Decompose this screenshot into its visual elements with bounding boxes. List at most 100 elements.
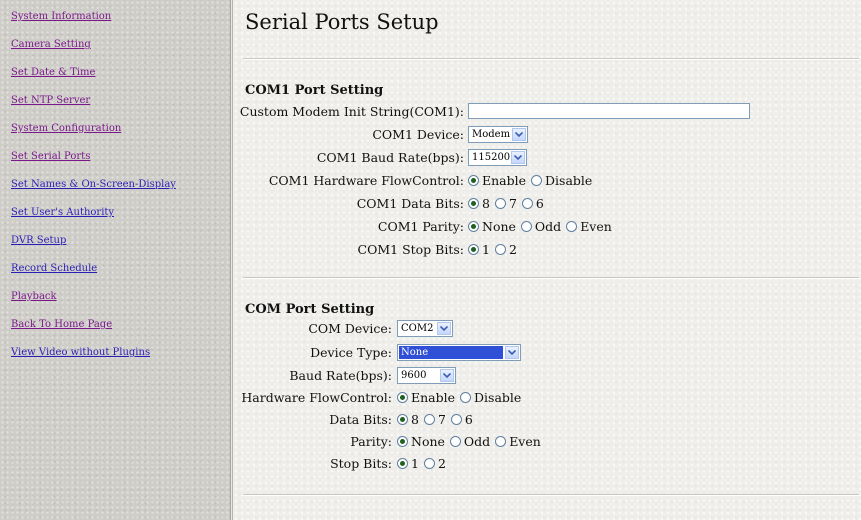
com-parity-even-radio[interactable]	[495, 435, 507, 447]
radio-label: 2	[437, 455, 446, 471]
radio-label: 7	[437, 411, 446, 427]
divider	[243, 58, 859, 60]
com-parity-radio-group: None Odd Even	[397, 432, 541, 450]
chevron-down-icon[interactable]	[505, 345, 519, 359]
radio-label: Enable	[411, 389, 456, 405]
com1-stop-bits-1-radio[interactable]	[468, 243, 479, 255]
radio-label: 6	[464, 411, 473, 427]
com-data-bits-7-radio[interactable]	[423, 413, 435, 425]
com-flow-label: Hardware FlowControl:	[241, 390, 392, 405]
com-baud-select[interactable]: 9600	[397, 366, 456, 384]
com-flow-disable-radio[interactable]	[460, 391, 472, 403]
com-device-row: COM Device: COM2	[233, 319, 853, 337]
chevron-down-icon[interactable]	[512, 127, 526, 141]
com-flow-enable-radio[interactable]	[397, 391, 408, 403]
com1-stop-bits-2-radio[interactable]	[494, 243, 506, 255]
com1-baud-row: COM1 Baud Rate(bps): 115200	[233, 148, 853, 166]
nav-system-information[interactable]: System Information	[11, 11, 111, 23]
com1-init-string-input[interactable]	[468, 103, 750, 119]
nav-view-video-without-plugins[interactable]: View Video without Plugins	[11, 347, 150, 359]
com1-parity-row: COM1 Parity: None Odd Even	[233, 217, 853, 235]
main-content: Serial Ports Setup COM1 Port Setting Cus…	[233, 0, 861, 520]
radio-label: Odd	[534, 218, 562, 234]
nav-back-to-home[interactable]: Back To Home Page	[11, 319, 112, 331]
chevron-down-icon[interactable]	[440, 368, 454, 382]
chevron-down-icon[interactable]	[437, 321, 451, 335]
com1-parity-none-radio[interactable]	[468, 220, 479, 232]
com1-parity-even-radio[interactable]	[566, 220, 578, 232]
com-data-bits-radio-group: 8 7 6	[397, 410, 473, 428]
nav-record-schedule[interactable]: Record Schedule	[11, 263, 97, 275]
com1-flow-radio-group: Enable Disable	[468, 171, 592, 189]
page-title: Serial Ports Setup	[245, 10, 439, 34]
nav-set-date-time[interactable]: Set Date & Time	[11, 67, 95, 79]
com-stop-bits-row: Stop Bits: 1 2	[233, 454, 853, 472]
com-device-type-label: Device Type:	[310, 345, 392, 360]
com-device-select[interactable]: COM2	[397, 319, 453, 337]
radio-label: Enable	[482, 172, 527, 188]
radio-label: 1	[411, 455, 419, 471]
com1-device-value: Modem	[472, 128, 511, 140]
com1-flow-row: COM1 Hardware FlowControl: Enable Disabl…	[233, 171, 853, 189]
com1-data-bits-row: COM1 Data Bits: 8 7 6	[233, 194, 853, 212]
com1-baud-select[interactable]: 115200	[468, 148, 527, 166]
com1-device-row: COM1 Device: Modem	[233, 125, 853, 143]
com1-data-bits-8-radio[interactable]	[468, 197, 479, 209]
com1-flow-enable-radio[interactable]	[468, 174, 479, 186]
com-device-type-value: None	[399, 345, 503, 359]
radio-label: 8	[482, 195, 490, 211]
com-data-bits-6-radio[interactable]	[450, 413, 462, 425]
sidebar-nav: System Information Camera Setting Set Da…	[0, 0, 230, 520]
section-title-com: COM Port Setting	[245, 302, 375, 317]
com1-data-bits-7-radio[interactable]	[494, 197, 506, 209]
com1-parity-label: COM1 Parity:	[377, 219, 464, 234]
com1-parity-odd-radio[interactable]	[520, 220, 532, 232]
com1-data-bits-radio-group: 8 7 6	[468, 194, 544, 212]
com1-stop-bits-label: COM1 Stop Bits:	[357, 242, 464, 257]
com1-data-bits-6-radio[interactable]	[521, 197, 533, 209]
nav-set-serial-ports[interactable]: Set Serial Ports	[11, 151, 90, 163]
divider	[243, 494, 859, 496]
com1-init-string-row: Custom Modem Init String(COM1):	[233, 102, 853, 120]
nav-set-names-osd[interactable]: Set Names & On-Screen-Display	[11, 179, 176, 191]
com-flow-row: Hardware FlowControl: Enable Disable	[233, 388, 853, 406]
com-stop-bits-2-radio[interactable]	[423, 457, 435, 469]
com-device-type-select[interactable]: None	[397, 343, 521, 361]
com-device-type-row: Device Type: None	[233, 343, 853, 361]
com1-flow-label: COM1 Hardware FlowControl:	[268, 173, 464, 188]
com-device-label: COM Device:	[308, 321, 392, 336]
radio-label: Disable	[474, 389, 522, 405]
com-data-bits-8-radio[interactable]	[397, 413, 408, 425]
com-baud-label: Baud Rate(bps):	[289, 368, 392, 383]
com1-baud-value: 115200	[472, 151, 511, 163]
radio-label: Even	[509, 433, 541, 449]
com-stop-bits-1-radio[interactable]	[397, 457, 408, 469]
chevron-down-icon[interactable]	[511, 150, 525, 164]
com-parity-odd-radio[interactable]	[449, 435, 461, 447]
com1-parity-radio-group: None Odd Even	[468, 217, 612, 235]
nav-camera-setting[interactable]: Camera Setting	[11, 39, 91, 51]
radio-label: 6	[535, 195, 544, 211]
com-parity-none-radio[interactable]	[397, 435, 408, 447]
com-parity-row: Parity: None Odd Even	[233, 432, 853, 450]
radio-label: Odd	[463, 433, 491, 449]
nav-set-users-authority[interactable]: Set User's Authority	[11, 207, 114, 219]
com-stop-bits-label: Stop Bits:	[330, 456, 392, 471]
com-baud-row: Baud Rate(bps): 9600	[233, 366, 853, 384]
section-title-com1: COM1 Port Setting	[245, 83, 384, 98]
radio-label: Disable	[545, 172, 593, 188]
radio-label: 8	[411, 411, 419, 427]
nav-set-ntp-server[interactable]: Set NTP Server	[11, 95, 90, 107]
com1-device-select[interactable]: Modem	[468, 125, 528, 143]
com-flow-radio-group: Enable Disable	[397, 388, 521, 406]
com-parity-label: Parity:	[350, 434, 392, 449]
radio-label: None	[482, 218, 516, 234]
radio-label: 1	[482, 241, 490, 257]
com1-flow-disable-radio[interactable]	[531, 174, 543, 186]
nav-dvr-setup[interactable]: DVR Setup	[11, 235, 66, 247]
com1-stop-bits-row: COM1 Stop Bits: 1 2	[233, 240, 853, 258]
nav-playback[interactable]: Playback	[11, 291, 57, 303]
com1-baud-label: COM1 Baud Rate(bps):	[316, 150, 464, 165]
nav-system-configuration[interactable]: System Configuration	[11, 123, 121, 135]
com-device-value: COM2	[401, 322, 434, 334]
